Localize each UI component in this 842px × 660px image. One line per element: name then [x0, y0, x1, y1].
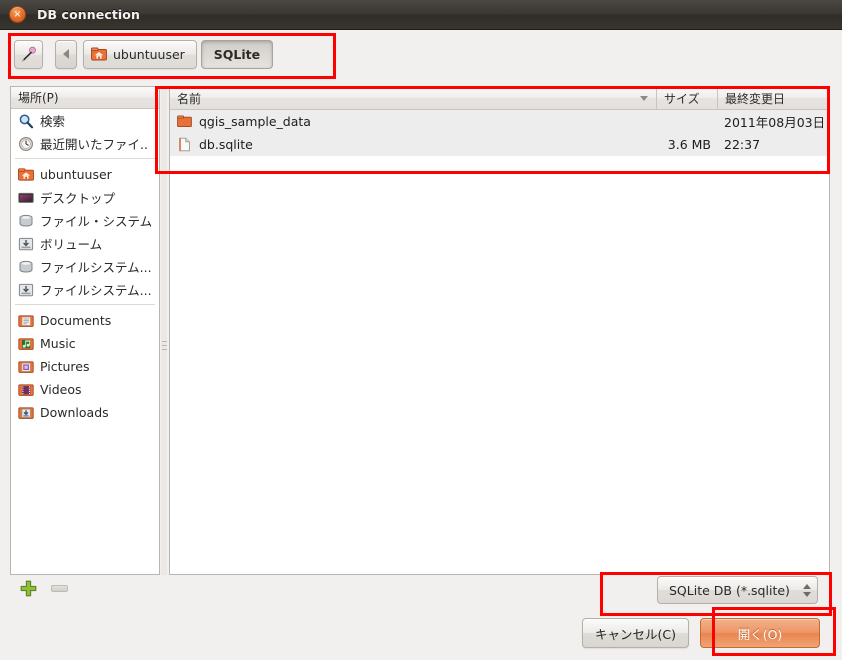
sort-descending-icon [640, 96, 648, 101]
table-row[interactable]: qgis_sample_data 2011年08月03日 [170, 110, 829, 133]
path-toolbar: ubuntuuser SQLite [0, 30, 842, 78]
sidebar-item-desktop[interactable]: デスクトップ [11, 186, 159, 209]
chevron-down-icon [803, 591, 811, 597]
sidebar-item-downloads[interactable]: Downloads [11, 401, 159, 424]
arrow-left-icon [63, 49, 69, 59]
home-folder-icon [18, 167, 34, 183]
window-title: DB connection [37, 7, 140, 22]
close-icon[interactable]: × [9, 6, 26, 23]
sidebar-item-label: Pictures [40, 359, 90, 374]
sidebar-item-label: Downloads [40, 405, 109, 420]
sidebar-item-filesystem-2[interactable]: ファイルシステム... [11, 255, 159, 278]
file-name-cell: qgis_sample_data [170, 114, 656, 129]
sidebar-item-label: 最近開いたファイ.. [40, 137, 148, 152]
downloads-folder-icon [18, 405, 34, 421]
chevron-up-icon [803, 583, 811, 589]
sidebar-item-recent[interactable]: 最近開いたファイ.. [11, 132, 159, 155]
sidebar-item-label: Music [40, 336, 76, 351]
sidebar-item-label: 検索 [40, 114, 66, 129]
window-titlebar: × DB connection [0, 0, 842, 30]
sidebar-item-label: デスクトップ [40, 191, 116, 206]
sidebar-item-filesystem-3[interactable]: ファイルシステム... [11, 278, 159, 301]
sidebar-item-label: ボリューム [40, 237, 103, 252]
path-back-button[interactable] [55, 39, 77, 69]
sidebar-item-label: ファイル・システム [40, 214, 153, 229]
location-edit-button[interactable] [14, 39, 43, 69]
breadcrumb-label: SQLite [213, 46, 261, 62]
file-name: db.sqlite [199, 137, 253, 152]
breadcrumb-ubuntuuser[interactable]: ubuntuuser [83, 39, 197, 69]
file-type-combo[interactable]: SQLite DB (*.sqlite) [657, 576, 818, 604]
places-sidebar: 場所(P) 検索 最近開いたファイ.. ubuntuuser デスクトップ ファ… [10, 86, 160, 575]
documents-folder-icon [18, 313, 34, 329]
filesystem-icon [18, 259, 34, 275]
home-folder-icon [91, 47, 107, 61]
pictures-folder-icon [18, 359, 34, 375]
sidebar-item-filesystem[interactable]: ファイル・システム [11, 209, 159, 232]
sidebar-divider [15, 304, 155, 305]
sidebar-splitter[interactable] [161, 86, 167, 575]
sidebar-divider [15, 158, 155, 159]
add-bookmark-button[interactable] [20, 580, 37, 597]
column-header-modified[interactable]: 最終変更日 [717, 87, 829, 109]
column-header-size[interactable]: サイズ [656, 87, 717, 109]
sidebar-item-label: Videos [40, 382, 82, 397]
table-row[interactable]: db.sqlite 3.6 MB 22:37 [170, 133, 829, 156]
file-size: 3.6 MB [667, 137, 711, 152]
file-list-header: 名前 サイズ 最終変更日 [170, 87, 829, 110]
sidebar-item-videos[interactable]: Videos [11, 378, 159, 401]
open-button[interactable]: 開く(O) [700, 618, 820, 648]
volume-icon [18, 236, 34, 252]
sidebar-item-label: ファイルシステム... [40, 260, 152, 275]
sidebar-item-music[interactable]: Music [11, 332, 159, 355]
sidebar-item-volume[interactable]: ボリューム [11, 232, 159, 255]
column-label: 最終変更日 [725, 91, 786, 106]
volume-icon [18, 282, 34, 298]
music-folder-icon [18, 336, 34, 352]
sidebar-item-ubuntuuser[interactable]: ubuntuuser [11, 163, 159, 186]
breadcrumb-sqlite[interactable]: SQLite [200, 39, 274, 69]
sidebar-item-documents[interactable]: Documents [11, 309, 159, 332]
column-label: 名前 [177, 91, 202, 106]
sidebar-item-label: Documents [40, 313, 112, 328]
file-icon [177, 137, 192, 152]
recent-icon [18, 136, 34, 152]
breadcrumb-label: ubuntuuser [113, 46, 185, 62]
desktop-icon [18, 190, 34, 206]
file-name-cell: db.sqlite [170, 137, 656, 152]
file-name: qgis_sample_data [199, 114, 311, 129]
spinner-icon[interactable] [803, 583, 811, 597]
file-list: 名前 サイズ 最終変更日 qgis_sample_data 2011年08月03… [169, 86, 830, 575]
filesystem-icon [18, 213, 34, 229]
search-icon [18, 113, 34, 129]
remove-bookmark-button[interactable] [51, 585, 68, 592]
pencil-icon [20, 46, 37, 63]
db-connection-dialog: × DB connection ubuntuuser SQLite 場所(P) … [0, 0, 842, 660]
places-header: 場所(P) [11, 87, 159, 109]
file-type-filter[interactable]: SQLite DB (*.sqlite) [657, 576, 818, 604]
videos-folder-icon [18, 382, 34, 398]
cancel-button[interactable]: キャンセル(C) [582, 618, 689, 648]
file-type-label: SQLite DB (*.sqlite) [669, 582, 790, 598]
sidebar-item-label: ubuntuuser [40, 167, 112, 182]
sidebar-item-label: ファイルシステム... [40, 283, 152, 298]
column-header-name[interactable]: 名前 [170, 87, 656, 109]
sidebar-item-search[interactable]: 検索 [11, 109, 159, 132]
file-modified: 2011年08月03日 [724, 115, 826, 130]
file-modified: 22:37 [724, 137, 761, 152]
bookmark-controls [20, 580, 68, 597]
splitter-grip [162, 341, 167, 353]
sidebar-item-pictures[interactable]: Pictures [11, 355, 159, 378]
column-label: サイズ [664, 91, 700, 106]
folder-icon [177, 114, 192, 129]
dialog-body: 場所(P) 検索 最近開いたファイ.. ubuntuuser デスクトップ ファ… [0, 78, 842, 575]
dialog-actions: キャンセル(C) 開く(O) [582, 618, 820, 648]
